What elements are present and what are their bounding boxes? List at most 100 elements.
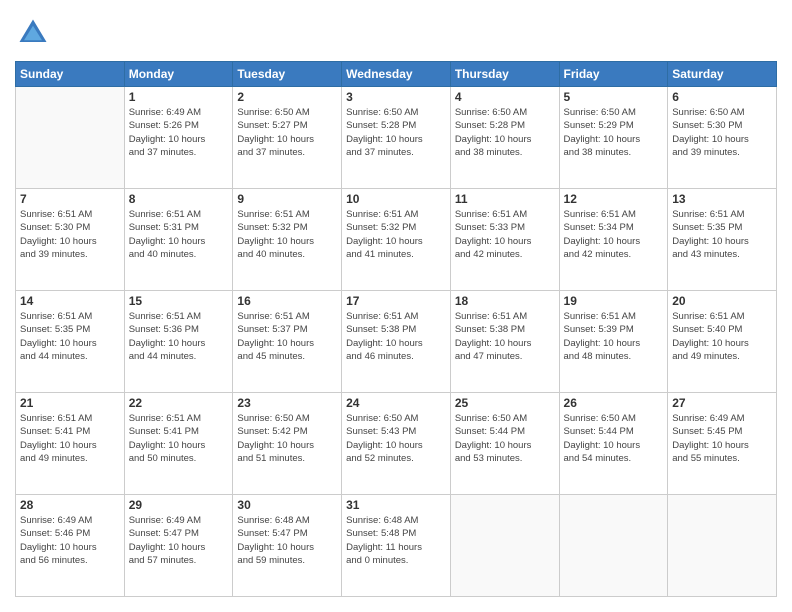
day-info: Sunrise: 6:51 AM Sunset: 5:30 PM Dayligh… — [20, 208, 120, 261]
calendar-cell: 17 Sunrise: 6:51 AM Sunset: 5:38 PM Dayli… — [342, 291, 451, 393]
weekday-header-tuesday: Tuesday — [233, 62, 342, 87]
day-number: 22 — [129, 396, 229, 410]
calendar-week-row: 14 Sunrise: 6:51 AM Sunset: 5:35 PM Dayli… — [16, 291, 777, 393]
day-number: 2 — [237, 90, 337, 104]
calendar-week-row: 7 Sunrise: 6:51 AM Sunset: 5:30 PM Daylig… — [16, 189, 777, 291]
calendar-cell: 12Sunrise: 6:51 AM Sunset: 5:34 PM Dayli… — [559, 189, 668, 291]
calendar-cell: 28 Sunrise: 6:49 AM Sunset: 5:46 PM Dayli… — [16, 495, 125, 597]
day-number: 19 — [564, 294, 664, 308]
logo — [15, 15, 53, 51]
weekday-header-sunday: Sunday — [16, 62, 125, 87]
day-number: 11 — [455, 192, 555, 206]
calendar-cell: 16 Sunrise: 6:51 AM Sunset: 5:37 PM Dayli… — [233, 291, 342, 393]
day-number: 29 — [129, 498, 229, 512]
calendar-week-row: 1Sunrise: 6:49 AM Sunset: 5:26 PM Daylig… — [16, 87, 777, 189]
day-info: Sunrise: 6:50 AM Sunset: 5:28 PM Dayligh… — [346, 106, 446, 159]
weekday-header-row: SundayMondayTuesdayWednesdayThursdayFrid… — [16, 62, 777, 87]
day-info: Sunrise: 6:51 AM Sunset: 5:35 PM Dayligh… — [672, 208, 772, 261]
day-number: 24 — [346, 396, 446, 410]
day-info: Sunrise: 6:51 AM Sunset: 5:41 PM Dayligh… — [129, 412, 229, 465]
calendar-cell: 18Sunrise: 6:51 AM Sunset: 5:38 PM Dayli… — [450, 291, 559, 393]
calendar-week-row: 21 Sunrise: 6:51 AM Sunset: 5:41 PM Dayli… — [16, 393, 777, 495]
day-info: Sunrise: 6:50 AM Sunset: 5:44 PM Dayligh… — [455, 412, 555, 465]
day-info: Sunrise: 6:49 AM Sunset: 5:45 PM Dayligh… — [672, 412, 772, 465]
day-number: 23 — [237, 396, 337, 410]
logo-icon — [15, 15, 51, 51]
day-info: Sunrise: 6:51 AM Sunset: 5:38 PM Dayligh… — [346, 310, 446, 363]
day-info: Sunrise: 6:50 AM Sunset: 5:30 PM Dayligh… — [672, 106, 772, 159]
day-info: Sunrise: 6:50 AM Sunset: 5:27 PM Dayligh… — [237, 106, 337, 159]
calendar-cell: 15 Sunrise: 6:51 AM Sunset: 5:36 PM Dayli… — [124, 291, 233, 393]
day-info: Sunrise: 6:51 AM Sunset: 5:35 PM Dayligh… — [20, 310, 120, 363]
day-number: 30 — [237, 498, 337, 512]
day-info: Sunrise: 6:51 AM Sunset: 5:37 PM Dayligh… — [237, 310, 337, 363]
calendar-table: SundayMondayTuesdayWednesdayThursdayFrid… — [15, 61, 777, 597]
day-info: Sunrise: 6:51 AM Sunset: 5:40 PM Dayligh… — [672, 310, 772, 363]
day-info: Sunrise: 6:51 AM Sunset: 5:39 PM Dayligh… — [564, 310, 664, 363]
day-info: Sunrise: 6:51 AM Sunset: 5:34 PM Dayligh… — [564, 208, 664, 261]
day-info: Sunrise: 6:48 AM Sunset: 5:47 PM Dayligh… — [237, 514, 337, 567]
weekday-header-friday: Friday — [559, 62, 668, 87]
day-number: 14 — [20, 294, 120, 308]
calendar-cell: 29 Sunrise: 6:49 AM Sunset: 5:47 PM Dayli… — [124, 495, 233, 597]
day-info: Sunrise: 6:50 AM Sunset: 5:44 PM Dayligh… — [564, 412, 664, 465]
calendar-cell: 25 Sunrise: 6:50 AM Sunset: 5:44 PM Dayli… — [450, 393, 559, 495]
header — [15, 15, 777, 51]
calendar-cell: 13 Sunrise: 6:51 AM Sunset: 5:35 PM Dayli… — [668, 189, 777, 291]
day-info: Sunrise: 6:49 AM Sunset: 5:46 PM Dayligh… — [20, 514, 120, 567]
day-number: 25 — [455, 396, 555, 410]
calendar-cell — [559, 495, 668, 597]
calendar-cell: 4 Sunrise: 6:50 AM Sunset: 5:28 PM Daylig… — [450, 87, 559, 189]
calendar-cell: 8Sunrise: 6:51 AM Sunset: 5:31 PM Daylig… — [124, 189, 233, 291]
calendar-cell: 27Sunrise: 6:49 AM Sunset: 5:45 PM Dayli… — [668, 393, 777, 495]
calendar-cell: 30 Sunrise: 6:48 AM Sunset: 5:47 PM Dayli… — [233, 495, 342, 597]
calendar-cell: 21 Sunrise: 6:51 AM Sunset: 5:41 PM Dayli… — [16, 393, 125, 495]
day-info: Sunrise: 6:50 AM Sunset: 5:43 PM Dayligh… — [346, 412, 446, 465]
weekday-header-monday: Monday — [124, 62, 233, 87]
day-number: 28 — [20, 498, 120, 512]
calendar-cell: 9 Sunrise: 6:51 AM Sunset: 5:32 PM Daylig… — [233, 189, 342, 291]
day-number: 13 — [672, 192, 772, 206]
day-info: Sunrise: 6:48 AM Sunset: 5:48 PM Dayligh… — [346, 514, 446, 567]
day-info: Sunrise: 6:51 AM Sunset: 5:41 PM Dayligh… — [20, 412, 120, 465]
day-info: Sunrise: 6:50 AM Sunset: 5:42 PM Dayligh… — [237, 412, 337, 465]
day-number: 31 — [346, 498, 446, 512]
calendar-cell: 10Sunrise: 6:51 AM Sunset: 5:32 PM Dayli… — [342, 189, 451, 291]
weekday-header-saturday: Saturday — [668, 62, 777, 87]
calendar-cell: 26 Sunrise: 6:50 AM Sunset: 5:44 PM Dayli… — [559, 393, 668, 495]
day-number: 7 — [20, 192, 120, 206]
calendar-cell: 20 Sunrise: 6:51 AM Sunset: 5:40 PM Dayli… — [668, 291, 777, 393]
calendar-cell: 19 Sunrise: 6:51 AM Sunset: 5:39 PM Dayli… — [559, 291, 668, 393]
day-info: Sunrise: 6:51 AM Sunset: 5:33 PM Dayligh… — [455, 208, 555, 261]
day-info: Sunrise: 6:49 AM Sunset: 5:47 PM Dayligh… — [129, 514, 229, 567]
day-number: 1 — [129, 90, 229, 104]
day-number: 17 — [346, 294, 446, 308]
weekday-header-wednesday: Wednesday — [342, 62, 451, 87]
day-number: 26 — [564, 396, 664, 410]
calendar-cell: 11 Sunrise: 6:51 AM Sunset: 5:33 PM Dayli… — [450, 189, 559, 291]
day-number: 5 — [564, 90, 664, 104]
day-number: 15 — [129, 294, 229, 308]
day-number: 9 — [237, 192, 337, 206]
day-number: 4 — [455, 90, 555, 104]
day-number: 20 — [672, 294, 772, 308]
day-number: 16 — [237, 294, 337, 308]
calendar-cell: 23 Sunrise: 6:50 AM Sunset: 5:42 PM Dayli… — [233, 393, 342, 495]
calendar-cell: 5Sunrise: 6:50 AM Sunset: 5:29 PM Daylig… — [559, 87, 668, 189]
day-info: Sunrise: 6:51 AM Sunset: 5:32 PM Dayligh… — [237, 208, 337, 261]
day-info: Sunrise: 6:51 AM Sunset: 5:38 PM Dayligh… — [455, 310, 555, 363]
calendar-cell — [16, 87, 125, 189]
calendar-cell: 1Sunrise: 6:49 AM Sunset: 5:26 PM Daylig… — [124, 87, 233, 189]
calendar-cell: 6 Sunrise: 6:50 AM Sunset: 5:30 PM Daylig… — [668, 87, 777, 189]
day-number: 6 — [672, 90, 772, 104]
day-number: 3 — [346, 90, 446, 104]
calendar-cell — [450, 495, 559, 597]
calendar-cell: 7 Sunrise: 6:51 AM Sunset: 5:30 PM Daylig… — [16, 189, 125, 291]
day-info: Sunrise: 6:51 AM Sunset: 5:36 PM Dayligh… — [129, 310, 229, 363]
day-number: 21 — [20, 396, 120, 410]
calendar-cell: 2 Sunrise: 6:50 AM Sunset: 5:27 PM Daylig… — [233, 87, 342, 189]
weekday-header-thursday: Thursday — [450, 62, 559, 87]
day-number: 10 — [346, 192, 446, 206]
calendar-week-row: 28 Sunrise: 6:49 AM Sunset: 5:46 PM Dayli… — [16, 495, 777, 597]
day-info: Sunrise: 6:50 AM Sunset: 5:28 PM Dayligh… — [455, 106, 555, 159]
